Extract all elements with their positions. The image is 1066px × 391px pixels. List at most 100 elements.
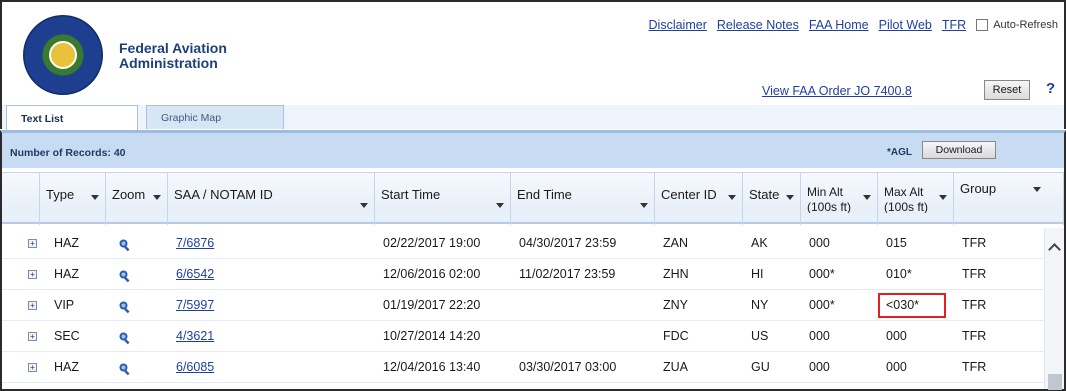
reset-button[interactable]: Reset: [984, 80, 1030, 100]
chevron-down-icon[interactable]: [863, 195, 871, 200]
auto-refresh-toggle[interactable]: Auto-Refresh: [976, 19, 1058, 31]
header-expander-col: [2, 173, 40, 225]
cell-end-time: 11/02/2017 23:59: [519, 267, 616, 281]
chevron-down-icon[interactable]: [786, 195, 794, 200]
auto-refresh-checkbox[interactable]: [976, 19, 989, 31]
cell-type: VIP: [54, 298, 75, 312]
plus-box-icon[interactable]: +: [28, 301, 37, 310]
table-header: Type Zoom SAA / NOTAM ID Start Time End …: [2, 172, 1064, 225]
column-header-label: State: [749, 187, 780, 202]
tfr-link[interactable]: TFR: [942, 18, 966, 32]
release-notes-link[interactable]: Release Notes: [717, 18, 799, 32]
cell-center-id: ZNY: [663, 298, 688, 312]
agl-note: *AGL: [887, 147, 912, 158]
disclaimer-link[interactable]: Disclaimer: [649, 18, 707, 32]
vertical-scrollbar[interactable]: [1044, 228, 1064, 390]
notam-link[interactable]: 7/6876: [176, 236, 214, 250]
notam-link[interactable]: 6/6542: [176, 267, 214, 281]
cell-center-id: ZUA: [663, 360, 688, 374]
chevron-down-icon[interactable]: [1033, 187, 1041, 192]
magnifier-icon[interactable]: [118, 331, 132, 345]
cell-state: AK: [751, 236, 768, 250]
plus-box-icon[interactable]: +: [28, 363, 37, 372]
magnifier-icon[interactable]: [118, 238, 132, 252]
chevron-down-icon[interactable]: [496, 203, 504, 208]
magnifier-icon[interactable]: [118, 300, 132, 314]
scrollbar-thumb[interactable]: [1048, 374, 1062, 390]
column-header-group[interactable]: Group: [954, 173, 1064, 225]
column-header-zoom[interactable]: Zoom: [106, 173, 168, 225]
cell-notam-id[interactable]: 6/6542: [168, 259, 214, 290]
cell-notam-id[interactable]: 7/5997: [168, 290, 214, 321]
record-count: Number of Records: 40: [10, 147, 126, 159]
column-header-max-alt[interactable]: Max Alt (100s ft): [878, 173, 954, 225]
faa-home-link[interactable]: FAA Home: [809, 18, 869, 32]
cell-start-time: 12/06/2016 02:00: [383, 267, 481, 281]
faa-order-link[interactable]: View FAA Order JO 7400.8: [762, 84, 912, 98]
plus-box-icon[interactable]: +: [28, 332, 37, 341]
cell-max-alt: 000: [886, 360, 907, 374]
chevron-down-icon[interactable]: [939, 195, 947, 200]
table-row[interactable]: + HAZ 6/6085 12/04/2016 13:40 03/30/2017…: [2, 352, 1046, 383]
records-toolbar: Number of Records: 40 *AGL Download: [0, 130, 1066, 168]
tab-text-list[interactable]: Text List: [6, 105, 138, 131]
magnifier-icon[interactable]: [118, 362, 132, 376]
chevron-down-icon[interactable]: [640, 203, 648, 208]
agency-name: Federal Aviation Administration: [119, 41, 227, 71]
cell-notam-id[interactable]: 7/6876: [168, 228, 214, 259]
auto-refresh-label: Auto-Refresh: [993, 19, 1058, 31]
cell-notam-id[interactable]: 4/3621: [168, 321, 214, 352]
column-header-state[interactable]: State: [743, 173, 801, 225]
cell-max-alt: <030*: [886, 298, 920, 312]
column-header-type[interactable]: Type: [40, 173, 106, 225]
cell-end-time: 04/30/2017 23:59: [519, 236, 617, 250]
cell-state: GU: [751, 360, 770, 374]
column-header-start-time[interactable]: Start Time: [375, 173, 511, 225]
cell-end-time: 03/30/2017 03:00: [519, 360, 617, 374]
table-row[interactable]: + HAZ 7/6876 02/22/2017 19:00 04/30/2017…: [2, 228, 1046, 259]
cell-max-alt: 010*: [886, 267, 912, 281]
cell-center-id: FDC: [663, 329, 689, 343]
cell-start-time: 01/19/2017 22:20: [383, 298, 481, 312]
column-header-label: Zoom: [112, 187, 146, 202]
chevron-down-icon[interactable]: [153, 195, 161, 200]
help-icon[interactable]: ?: [1046, 80, 1055, 97]
tab-graphic-map[interactable]: Graphic Map: [146, 105, 284, 129]
column-header-label: Center ID: [661, 187, 717, 202]
cell-notam-id[interactable]: 6/6085: [168, 352, 214, 383]
plus-box-icon[interactable]: +: [28, 270, 37, 279]
download-button[interactable]: Download: [922, 141, 996, 159]
chevron-down-icon[interactable]: [91, 195, 99, 200]
column-header-min-alt[interactable]: Min Alt (100s ft): [801, 173, 878, 225]
plus-box-icon[interactable]: +: [28, 239, 37, 248]
tab-bar: Text List Graphic Map: [0, 105, 1066, 131]
table-row[interactable]: + HAZ 6/6542 12/06/2016 02:00 11/02/2017…: [2, 259, 1046, 290]
column-header-end-time[interactable]: End Time: [511, 173, 655, 225]
column-header-label: Type: [46, 187, 75, 202]
cell-group: TFR: [962, 329, 987, 343]
cell-group: TFR: [962, 360, 987, 374]
chevron-down-icon[interactable]: [360, 203, 368, 208]
cell-state: NY: [751, 298, 769, 312]
cell-type: HAZ: [54, 267, 79, 281]
cell-min-alt: 000: [809, 360, 830, 374]
cell-min-alt: 000: [809, 329, 830, 343]
pilot-web-link[interactable]: Pilot Web: [879, 18, 932, 32]
cell-start-time: 12/04/2016 13:40: [383, 360, 481, 374]
table-row[interactable]: + VIP 7/5997 01/19/2017 22:20 ZNY NY 000…: [2, 290, 1046, 321]
cell-type: SEC: [54, 329, 80, 343]
chevron-up-icon[interactable]: [1048, 243, 1061, 256]
agency-name-line1: Federal Aviation: [119, 40, 227, 56]
notam-link[interactable]: 7/5997: [176, 298, 214, 312]
top-links: Disclaimer Release Notes FAA Home Pilot …: [649, 18, 1058, 32]
notam-link[interactable]: 6/6085: [176, 360, 214, 374]
magnifier-icon[interactable]: [118, 269, 132, 283]
cell-type: HAZ: [54, 360, 79, 374]
column-header-notam-id[interactable]: SAA / NOTAM ID: [168, 173, 375, 225]
column-header-center-id[interactable]: Center ID: [655, 173, 743, 225]
chevron-down-icon[interactable]: [728, 195, 736, 200]
faa-seal-logo: [23, 15, 103, 95]
table-row[interactable]: + SEC 4/3621 10/27/2014 14:20 FDC US 000…: [2, 321, 1046, 352]
notam-link[interactable]: 4/3621: [176, 329, 214, 343]
cell-min-alt: 000*: [809, 298, 835, 312]
